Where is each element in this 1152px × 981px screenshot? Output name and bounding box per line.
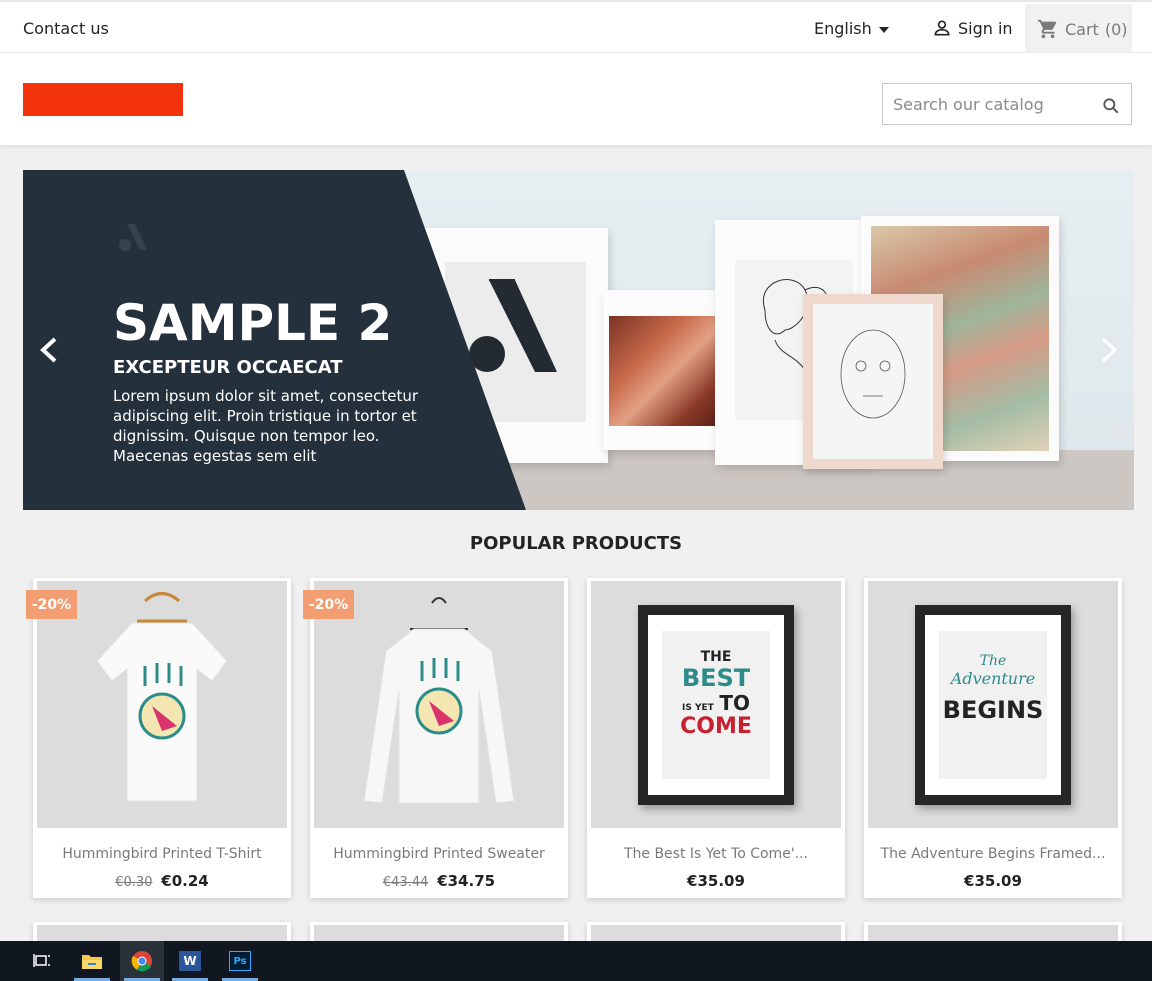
slide-title: SAMPLE 2 xyxy=(113,294,393,352)
photoshop-icon: Ps xyxy=(229,951,251,971)
product-card[interactable]: THE BEST IS YET TO COME The Best Is Yet … xyxy=(587,578,845,898)
poster-text-adventure: Adventure xyxy=(950,669,1036,688)
cart-icon xyxy=(1037,19,1057,39)
photoshop-button[interactable]: Ps xyxy=(218,941,262,981)
chrome-button[interactable] xyxy=(120,941,164,981)
search-box xyxy=(882,83,1132,125)
face-sketch-art xyxy=(840,329,906,419)
discount-badge: -20% xyxy=(26,590,77,619)
poster-text-come: COME xyxy=(680,714,752,739)
product-image[interactable]: The Adventure BEGINS xyxy=(868,581,1118,828)
discount-badge: -20% xyxy=(303,590,354,619)
sign-in-label: Sign in xyxy=(958,18,1013,38)
product-name[interactable]: The Adventure Begins Framed... xyxy=(864,846,1122,862)
cart-count: (0) xyxy=(1104,19,1128,39)
poster-text-is-yet: IS YET xyxy=(681,703,714,713)
product-name[interactable]: Hummingbird Printed T-Shirt xyxy=(33,846,291,862)
product-image[interactable]: THE BEST IS YET TO COME xyxy=(591,581,841,828)
poster-frame: THE BEST IS YET TO COME xyxy=(638,605,794,805)
old-price: €43.44 xyxy=(382,875,429,890)
chevron-down-icon xyxy=(878,26,889,33)
product-price: €35.09 xyxy=(587,872,845,890)
carousel-prev-arrow-icon[interactable] xyxy=(37,335,61,365)
chrome-icon xyxy=(131,951,152,972)
user-icon xyxy=(934,20,950,36)
poster-text-best: BEST xyxy=(681,664,751,692)
product-price: €43.44 €34.75 xyxy=(310,872,568,890)
sign-in-link[interactable]: Sign in xyxy=(932,18,1013,38)
poster-text-the: The xyxy=(979,653,1007,669)
product-card[interactable]: -20% Hummingbird Printed T-Shirt €0.30 €… xyxy=(26,578,291,898)
word-button[interactable]: W xyxy=(168,941,212,981)
top-nav-bar: Contact us English Sign in Cart (0) xyxy=(0,0,1152,54)
current-price: €0.24 xyxy=(161,872,209,890)
file-explorer-icon xyxy=(82,955,102,969)
poster-text-the: THE xyxy=(700,649,732,665)
product-card[interactable]: The Adventure BEGINS The Adventure Begin… xyxy=(864,578,1122,898)
windows-taskbar: W Ps xyxy=(0,941,1152,981)
slide-frame-canyon xyxy=(603,290,723,450)
slide-subtitle: EXCEPTEUR OCCAECAT xyxy=(113,357,343,378)
current-price: €35.09 xyxy=(687,872,745,890)
product-price: €35.09 xyxy=(864,872,1122,890)
store-logo[interactable] xyxy=(23,83,183,116)
slide-frame-face xyxy=(803,294,943,469)
product-name[interactable]: Hummingbird Printed Sweater xyxy=(310,846,568,862)
product-card[interactable]: -20% Hummingbird Printed Sweater €43.44 … xyxy=(303,578,568,898)
file-explorer-button[interactable] xyxy=(70,941,114,981)
search-icon[interactable] xyxy=(1101,96,1121,116)
poster-frame: The Adventure BEGINS xyxy=(915,605,1071,805)
contact-us-link[interactable]: Contact us xyxy=(23,19,109,38)
product-price: €0.30 €0.24 xyxy=(33,872,291,890)
slide-description: Lorem ipsum dolor sit amet, consectetur … xyxy=(113,387,419,465)
current-price: €35.09 xyxy=(964,872,1022,890)
word-icon: W xyxy=(179,951,201,971)
popular-products-heading: POPULAR PRODUCTS xyxy=(469,533,683,554)
poster-text-begins: BEGINS xyxy=(942,696,1044,724)
search-input[interactable] xyxy=(893,93,1093,115)
product-name[interactable]: The Best Is Yet To Come'... xyxy=(587,846,845,862)
task-view-button[interactable] xyxy=(20,941,64,981)
current-price: €34.75 xyxy=(437,872,496,890)
cart-label: Cart xyxy=(1065,19,1099,39)
poster-text-to: TO xyxy=(719,691,750,715)
hero-carousel: SAMPLE 2 EXCEPTEUR OCCAECAT Lorem ipsum … xyxy=(23,170,1134,510)
task-view-icon xyxy=(33,954,50,967)
carousel-next-arrow-icon[interactable] xyxy=(1097,335,1121,365)
language-label: English xyxy=(814,19,872,38)
old-price: €0.30 xyxy=(115,875,153,890)
site-header xyxy=(0,53,1152,145)
language-selector[interactable]: English xyxy=(814,19,889,38)
brand-mark-icon xyxy=(119,224,147,251)
cart-button[interactable]: Cart (0) xyxy=(1025,4,1132,54)
